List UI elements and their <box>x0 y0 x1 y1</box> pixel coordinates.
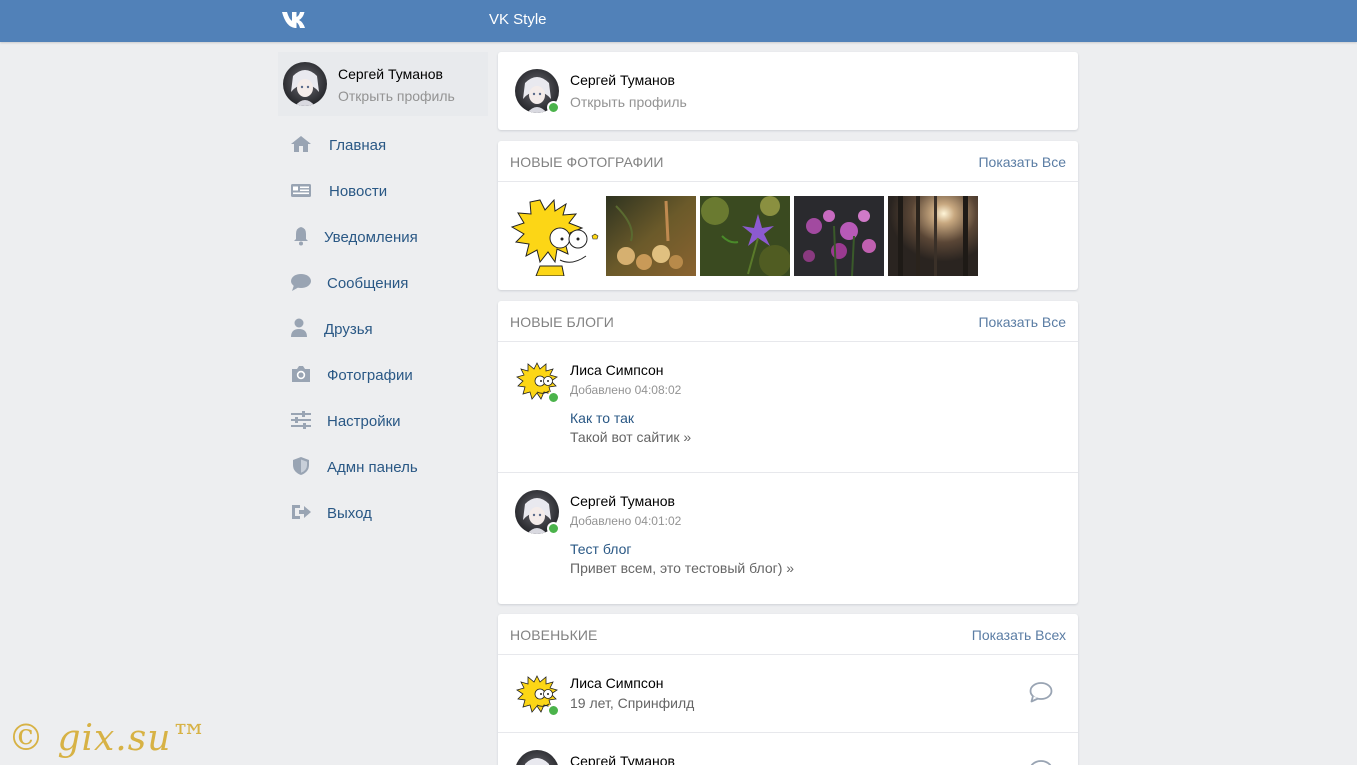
newcomer-name[interactable]: Лиса Симпсон <box>570 675 664 691</box>
person-icon <box>291 318 307 337</box>
sidebar-item-label: Фотографии <box>327 367 413 384</box>
card-title: НОВЕНЬКИЕ <box>510 627 598 643</box>
sidebar-item-label: Сообщения <box>327 275 409 292</box>
online-indicator <box>547 391 560 404</box>
photo-strip <box>498 182 1078 290</box>
online-indicator <box>547 704 560 717</box>
profile-name[interactable]: Сергей Туманов <box>338 66 443 82</box>
sidebar-item-notifications[interactable]: Уведомления <box>278 214 488 260</box>
sidebar-item-label: Настройки <box>327 413 401 430</box>
newcomer-info: 19 лет, Спринфилд <box>570 695 695 711</box>
photo-thumbnail[interactable] <box>606 196 696 276</box>
newcomers-card: НОВЕНЬКИЕ Показать Всех Лиса Симпсон 19 … <box>498 614 1078 765</box>
sliders-icon <box>291 411 311 429</box>
open-profile-link[interactable]: Открыть профиль <box>338 88 455 104</box>
profile-card: Сергей Туманов Открыть профиль <box>498 52 1078 130</box>
shield-icon <box>293 457 309 475</box>
card-header: НОВЫЕ ФОТОГРАФИИ Показать Все <box>498 141 1078 182</box>
blog-title-link[interactable]: Тест блог <box>570 541 631 557</box>
avatar[interactable] <box>283 62 327 106</box>
sidebar-item-label: Уведомления <box>324 229 418 246</box>
show-all-link[interactable]: Показать Все <box>978 314 1066 330</box>
divider <box>498 732 1078 733</box>
newcomer-name[interactable]: Сергей Туманов <box>570 753 675 765</box>
avatar[interactable] <box>515 490 560 535</box>
bell-icon <box>294 227 308 246</box>
sidebar-item-news[interactable]: Новости <box>278 168 488 214</box>
sidebar-profile[interactable]: Сергей Туманов Открыть профиль <box>278 52 488 116</box>
photo-thumbnail[interactable] <box>700 196 790 276</box>
top-bar: VK Style <box>0 0 1357 42</box>
photo-thumbnail[interactable] <box>794 196 884 276</box>
sidebar-item-photos[interactable]: Фотографии <box>278 352 488 398</box>
online-indicator <box>547 522 560 535</box>
blog-author[interactable]: Лиса Симпсон <box>570 362 664 378</box>
sidebar-item-friends[interactable]: Друзья <box>278 306 488 352</box>
camera-icon <box>292 366 310 382</box>
blog-author[interactable]: Сергей Туманов <box>570 493 675 509</box>
open-profile-link[interactable]: Открыть профиль <box>570 94 687 110</box>
photo-thumbnail[interactable] <box>888 196 978 276</box>
online-indicator <box>547 101 560 114</box>
blog-title-link[interactable]: Как то так <box>570 410 634 426</box>
show-all-link[interactable]: Показать Всех <box>972 627 1066 643</box>
message-icon[interactable] <box>1029 759 1053 765</box>
show-all-link[interactable]: Показать Все <box>978 154 1066 170</box>
sidebar-item-home[interactable]: Главная <box>278 122 488 168</box>
sidebar-item-label: Новости <box>329 183 388 200</box>
sidebar-item-logout[interactable]: Выход <box>278 490 488 536</box>
card-header: НОВЫЕ БЛОГИ Показать Все <box>498 301 1078 342</box>
sidebar-item-label: Друзья <box>324 321 373 338</box>
card-title: НОВЫЕ БЛОГИ <box>510 314 614 330</box>
card-header: НОВЕНЬКИЕ Показать Всех <box>498 614 1078 655</box>
blog-excerpt[interactable]: Привет всем, это тестовый блог) » <box>570 560 794 576</box>
blog-timestamp: Добавлено 04:08:02 <box>570 383 682 397</box>
avatar[interactable] <box>515 672 560 717</box>
logout-icon <box>292 505 311 519</box>
new-blogs-card: НОВЫЕ БЛОГИ Показать Все Лиса Симпсон До… <box>498 301 1078 604</box>
divider <box>498 472 1078 473</box>
avatar[interactable] <box>515 750 559 765</box>
home-icon <box>291 136 311 152</box>
sidebar-nav: Главная Новости Уведомления Сообщения Др… <box>278 122 488 536</box>
sidebar-item-label: Выход <box>327 505 372 522</box>
sidebar: Сергей Туманов Открыть профиль Главная Н… <box>278 52 488 765</box>
card-title: НОВЫЕ ФОТОГРАФИИ <box>510 154 664 170</box>
message-icon[interactable] <box>1029 681 1053 703</box>
profile-name[interactable]: Сергей Туманов <box>570 72 675 88</box>
blog-excerpt[interactable]: Такой вот сайтик » <box>570 429 691 445</box>
new-photos-card: НОВЫЕ ФОТОГРАФИИ Показать Все <box>498 141 1078 290</box>
blog-timestamp: Добавлено 04:01:02 <box>570 514 682 528</box>
sidebar-item-messages[interactable]: Сообщения <box>278 260 488 306</box>
photo-thumbnail[interactable] <box>510 196 600 276</box>
sidebar-item-admin[interactable]: Адмн панель <box>278 444 488 490</box>
sidebar-item-label: Адмн панель <box>327 459 418 476</box>
avatar[interactable] <box>515 69 560 114</box>
news-icon <box>291 184 311 197</box>
sidebar-item-label: Главная <box>329 137 387 154</box>
sidebar-item-settings[interactable]: Настройки <box>278 398 488 444</box>
site-title[interactable]: VK Style <box>489 11 547 28</box>
avatar[interactable] <box>515 359 560 404</box>
vk-logo-icon[interactable] <box>280 10 314 30</box>
watermark: © gix.su™ <box>8 718 209 759</box>
message-icon <box>291 274 311 291</box>
